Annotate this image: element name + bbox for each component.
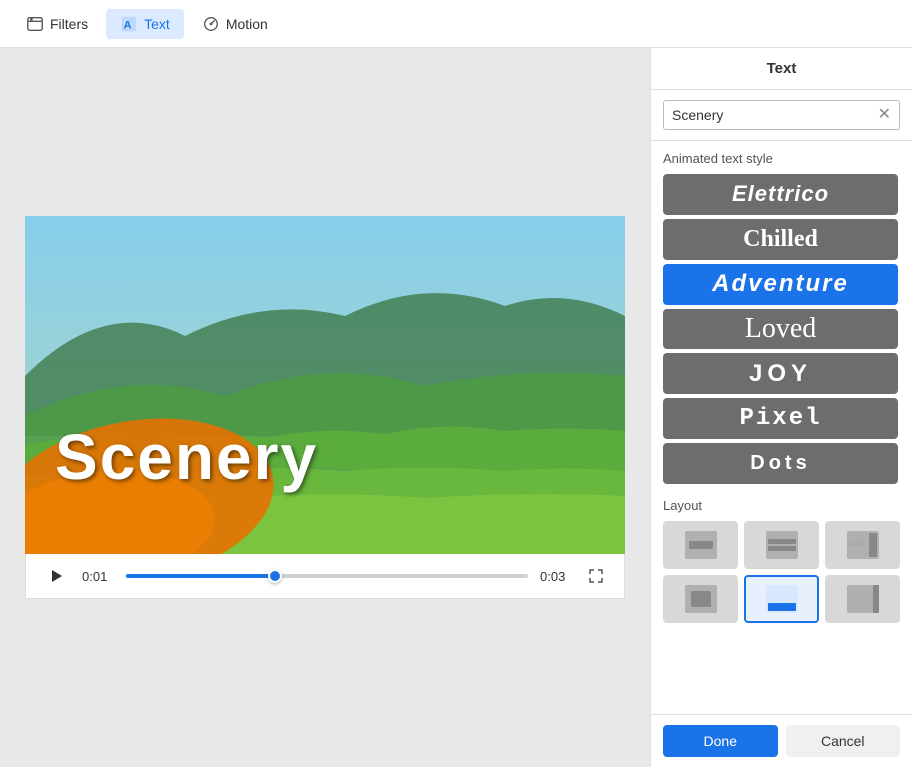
total-time: 0:03 xyxy=(540,569,572,584)
toolbar: Filters A Text Motion xyxy=(0,0,912,48)
panel-title: Text xyxy=(651,48,912,90)
left-panel: Scenery 0:01 0:03 xyxy=(0,48,650,767)
right-panel: Text ✕ Animated text style Elettrico Chi… xyxy=(650,48,912,767)
search-clear-button[interactable]: ✕ xyxy=(878,107,891,123)
filters-label: Filters xyxy=(50,16,88,32)
layout-icon-6 xyxy=(845,583,881,615)
current-time: 0:01 xyxy=(82,569,114,584)
layout-item-6[interactable] xyxy=(825,575,900,623)
style-section: Animated text style Elettrico Chilled Ad… xyxy=(651,141,912,488)
motion-button[interactable]: Motion xyxy=(188,9,282,39)
scrubber-fill xyxy=(126,574,275,578)
svg-text:A: A xyxy=(124,19,132,31)
layout-section: Layout xyxy=(651,488,912,633)
video-container: Scenery 0:01 0:03 xyxy=(25,216,625,599)
layout-item-1[interactable] xyxy=(663,521,738,569)
filters-icon xyxy=(26,15,44,33)
play-button[interactable] xyxy=(42,562,70,590)
layout-item-3[interactable] xyxy=(825,521,900,569)
landscape-svg xyxy=(25,216,625,554)
text-label: Text xyxy=(144,16,170,32)
video-frame: Scenery xyxy=(25,216,625,554)
motion-icon xyxy=(202,15,220,33)
text-button[interactable]: A Text xyxy=(106,9,184,39)
layout-icon-5 xyxy=(764,583,800,615)
search-input[interactable] xyxy=(672,107,878,123)
style-section-label: Animated text style xyxy=(663,151,900,166)
search-container: ✕ xyxy=(651,90,912,141)
style-item-dots[interactable]: Dots xyxy=(663,443,898,484)
layout-item-4[interactable] xyxy=(663,575,738,623)
layout-icon-4 xyxy=(683,583,719,615)
layout-icon-3 xyxy=(845,529,881,561)
style-item-chilled[interactable]: Chilled xyxy=(663,219,898,260)
style-item-elettrico[interactable]: Elettrico xyxy=(663,174,898,215)
text-icon: A xyxy=(120,15,138,33)
scrubber-thumb[interactable] xyxy=(268,569,282,583)
layout-grid xyxy=(663,521,900,623)
style-item-adventure[interactable]: Adventure xyxy=(663,264,898,305)
expand-button[interactable] xyxy=(584,564,608,588)
style-item-loved[interactable]: Loved xyxy=(663,309,898,350)
layout-icon-2 xyxy=(764,529,800,561)
layout-icon-1 xyxy=(683,529,719,561)
layout-section-label: Layout xyxy=(663,498,900,513)
main-area: Scenery 0:01 0:03 xyxy=(0,48,912,767)
scrubber[interactable] xyxy=(126,574,528,578)
action-buttons: Done Cancel xyxy=(651,714,912,767)
video-text-overlay: Scenery xyxy=(55,420,318,494)
done-button[interactable]: Done xyxy=(663,725,778,757)
motion-label: Motion xyxy=(226,16,268,32)
filters-button[interactable]: Filters xyxy=(12,9,102,39)
layout-item-5[interactable] xyxy=(744,575,819,623)
style-list: Elettrico Chilled Adventure Loved JOY Pi… xyxy=(663,174,900,484)
search-box: ✕ xyxy=(663,100,900,130)
style-item-joy[interactable]: JOY xyxy=(663,353,898,394)
layout-item-2[interactable] xyxy=(744,521,819,569)
cancel-button[interactable]: Cancel xyxy=(786,725,901,757)
style-item-pixel[interactable]: Pixel xyxy=(663,398,898,439)
scrubber-track[interactable] xyxy=(126,574,528,578)
video-controls: 0:01 0:03 xyxy=(25,554,625,599)
